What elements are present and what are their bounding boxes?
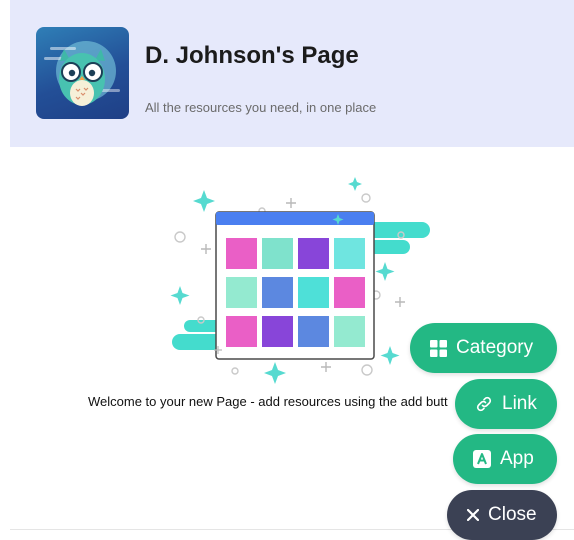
add-category-label: Category (456, 337, 534, 358)
page-title: D. Johnson's Page (145, 42, 359, 69)
welcome-message: Welcome to your new Page - add resources… (88, 394, 448, 409)
add-link-label: Link (502, 393, 537, 414)
board-grid-illustration-icon (160, 170, 440, 395)
owl-avatar-icon (36, 27, 129, 119)
app-icon (473, 450, 491, 468)
close-button[interactable]: Close (447, 490, 557, 540)
page-subtitle: All the resources you need, in one place (145, 100, 377, 115)
close-icon (467, 509, 479, 521)
close-label: Close (488, 504, 537, 525)
link-icon (475, 395, 493, 413)
add-app-button[interactable]: App (453, 434, 557, 484)
add-link-button[interactable]: Link (455, 379, 557, 429)
add-app-label: App (500, 448, 534, 469)
add-category-button[interactable]: Category (410, 323, 557, 373)
grid-icon (430, 339, 447, 357)
